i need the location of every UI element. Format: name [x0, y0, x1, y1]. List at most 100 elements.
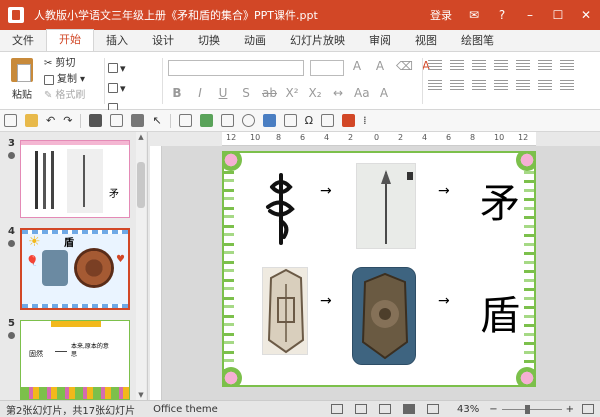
tab-review[interactable]: 审阅 — [357, 31, 403, 51]
decrease-indent-icon[interactable] — [472, 60, 486, 70]
italic-icon[interactable]: I — [193, 86, 207, 100]
superscript-icon[interactable]: X² — [285, 86, 299, 100]
symbol-icon[interactable]: Ω — [305, 114, 313, 127]
zoom-level[interactable]: 43% — [457, 404, 479, 415]
zoom-slider-knob[interactable] — [525, 404, 531, 414]
thumbnail-slide-4[interactable]: ☀ 盾 🎈 ♥ — [20, 228, 130, 310]
bullets-icon[interactable] — [428, 60, 442, 70]
print-icon[interactable] — [131, 114, 145, 127]
line-spacing-icon[interactable] — [516, 60, 530, 70]
picture-icon[interactable] — [199, 114, 213, 127]
chevron-down-icon: ▾ — [120, 81, 126, 95]
format-painter-button[interactable]: ✎ 格式刷 — [44, 88, 100, 104]
flower-decoration — [224, 153, 242, 171]
customize-icon[interactable]: ⁞ — [363, 114, 367, 127]
email-icon[interactable] — [110, 114, 124, 127]
font-size-select[interactable] — [310, 60, 344, 76]
tab-insert[interactable]: 插入 — [94, 31, 140, 51]
zoom-in-icon[interactable]: + — [566, 404, 574, 415]
align-center-icon[interactable] — [450, 80, 464, 90]
tab-animations[interactable]: 动画 — [232, 31, 278, 51]
new-slide-button[interactable]: ▾ — [108, 58, 158, 78]
columns-icon[interactable] — [560, 60, 574, 70]
clear-format-icon[interactable]: ⌫ — [396, 59, 413, 73]
tab-design[interactable]: 设计 — [140, 31, 186, 51]
tab-slideshow[interactable]: 幻灯片放映 — [278, 31, 357, 51]
justify-icon[interactable] — [494, 80, 508, 90]
decrease-font-icon[interactable]: A — [373, 59, 387, 73]
align-left-icon[interactable] — [428, 80, 442, 90]
scrollbar-thumb[interactable] — [137, 162, 145, 208]
thumb-title: 盾 — [64, 238, 74, 249]
increase-font-icon[interactable]: A — [350, 59, 364, 73]
chart-icon[interactable] — [262, 114, 276, 127]
tab-transitions[interactable]: 切换 — [186, 31, 232, 51]
shadow-icon[interactable]: S — [239, 86, 253, 100]
layout-button[interactable]: ▾ — [108, 78, 158, 98]
align-right-icon[interactable] — [472, 80, 486, 90]
tab-view[interactable]: 视图 — [403, 31, 449, 51]
current-slide[interactable]: → → 矛 → → 盾 — [222, 151, 536, 387]
camera-icon[interactable] — [220, 114, 234, 127]
open-folder-icon[interactable] — [25, 114, 38, 127]
shapes-icon[interactable] — [241, 114, 255, 127]
highlight-icon[interactable]: A — [377, 86, 391, 100]
sorter-view-icon[interactable] — [354, 404, 367, 414]
outline-view-icon[interactable] — [378, 404, 391, 414]
underline-icon[interactable]: U — [216, 86, 230, 100]
cut-button[interactable]: ✂ 剪切 — [44, 56, 100, 72]
new-doc-icon[interactable] — [4, 114, 17, 127]
thumbnail-slide-5[interactable]: 固然 本来,原本的意思 — [20, 320, 130, 400]
hyperlink-icon[interactable] — [321, 114, 335, 127]
distribute-icon[interactable] — [516, 80, 530, 90]
close-icon[interactable]: ✕ — [572, 0, 600, 30]
scroll-up-icon[interactable]: ▲ — [136, 132, 146, 142]
redo-icon[interactable]: ↷ — [63, 114, 72, 127]
tab-file[interactable]: 文件 — [0, 31, 46, 51]
table-icon[interactable] — [178, 114, 192, 127]
normal-view-icon[interactable] — [402, 404, 415, 414]
increase-indent-icon[interactable] — [494, 60, 508, 70]
font-name-select[interactable] — [168, 60, 304, 76]
minimize-icon[interactable]: – — [516, 0, 544, 30]
ruler-tick: 2 — [348, 133, 354, 142]
zoom-slider[interactable] — [501, 404, 562, 414]
login-button[interactable]: 登录 — [422, 7, 460, 23]
zoom-out-icon[interactable]: − — [489, 404, 497, 415]
fit-window-icon[interactable] — [582, 404, 594, 414]
tab-home[interactable]: 开始 — [46, 29, 94, 51]
text-direction-icon[interactable] — [538, 60, 552, 70]
help-icon[interactable]: ? — [488, 0, 516, 30]
thumb-number: 3 — [8, 138, 15, 149]
char-spacing-icon[interactable]: ↔ — [331, 86, 345, 100]
eraser-icon[interactable] — [342, 114, 356, 127]
ruler-tick: 12 — [226, 133, 237, 142]
slideshow-view-icon[interactable] — [426, 404, 439, 414]
thumbnail-slide-3[interactable]: 矛 — [20, 140, 130, 218]
undo-icon[interactable]: ↶ — [46, 114, 55, 127]
tab-pen[interactable]: 绘图笔 — [449, 31, 506, 51]
subscript-icon[interactable]: X₂ — [308, 86, 322, 100]
ruler-tick: 0 — [374, 133, 380, 142]
save-icon[interactable] — [89, 114, 103, 127]
align-text-icon[interactable] — [538, 80, 552, 90]
smartart-icon[interactable] — [560, 80, 574, 90]
change-case-icon[interactable]: Aa — [354, 86, 370, 100]
skin-icon[interactable]: ✉ — [460, 0, 488, 30]
textbox-icon[interactable] — [283, 114, 297, 127]
status-bar: 第2张幻灯片，共17张幻灯片 Office theme 43% − + — [0, 400, 600, 417]
notes-view-icon[interactable] — [330, 404, 343, 414]
spear-shape — [51, 151, 54, 209]
app-icon[interactable] — [8, 7, 24, 23]
cursor-icon[interactable]: ↖ — [152, 114, 161, 127]
copy-button[interactable]: 复制 ▾ — [44, 72, 100, 88]
thumb-number: 4 — [8, 226, 15, 237]
bold-icon[interactable]: B — [170, 86, 184, 100]
paste-button[interactable]: 粘贴 — [6, 56, 38, 106]
scroll-down-icon[interactable]: ▼ — [136, 390, 146, 400]
strikethrough-icon[interactable]: ab — [262, 86, 277, 100]
thumbnail-scrollbar[interactable]: ▲ ▼ — [136, 132, 146, 400]
numbering-icon[interactable] — [450, 60, 464, 70]
maximize-icon[interactable]: ☐ — [544, 0, 572, 30]
thumb-definition: 本来,原本的意思 — [71, 343, 109, 358]
